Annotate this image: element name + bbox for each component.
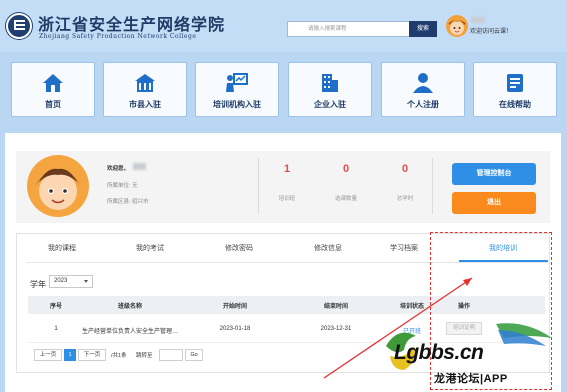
nav-label: 市县入驻: [129, 100, 161, 109]
search-button[interactable]: 搜索: [409, 21, 437, 37]
tab-change-password[interactable]: 修改密码: [199, 243, 279, 253]
year-value: 2023: [54, 278, 68, 284]
stat-label: 总学时: [396, 196, 414, 202]
tab-my-courses[interactable]: 我的课程: [22, 243, 102, 253]
nav-label: 在线帮助: [499, 100, 531, 109]
tab-edit-info[interactable]: 修改信息: [288, 243, 368, 253]
site-subtitle: Zhejiang Safety Production Network Colle…: [39, 33, 197, 40]
nav-label: 首页: [45, 100, 61, 109]
user-name-blurred: [471, 17, 485, 23]
building-icon: [322, 74, 338, 92]
next-page-button[interactable]: 下一页: [78, 349, 106, 361]
logout-button[interactable]: 退出: [452, 192, 536, 214]
stat-value: 0: [401, 163, 409, 175]
stat-label: 选课数量: [334, 196, 357, 202]
nav-help[interactable]: 在线帮助: [473, 62, 557, 117]
cell-class-name: 生产经营单位负责人安全生产管理…: [82, 329, 179, 335]
site-logo[interactable]: [6, 13, 32, 39]
site-title: 浙江省安全生产网络学院: [38, 15, 226, 34]
stat-value: 1: [283, 163, 291, 175]
year-label: 学年: [30, 280, 46, 289]
divider: [432, 158, 433, 214]
tab-my-exams[interactable]: 我的考试: [110, 243, 190, 253]
page-1-button[interactable]: 1: [64, 349, 76, 361]
profile-avatar: [27, 155, 89, 217]
city-icon: [135, 74, 155, 92]
person-icon: [413, 73, 433, 93]
help-icon: [507, 74, 523, 92]
chevron-down-icon: [84, 280, 88, 283]
cell-start-date: 2023-01-18: [219, 326, 251, 332]
watermark-sub: 龙港论坛|APP: [434, 373, 508, 385]
profile-name-blurred: [133, 163, 146, 170]
greeting: 欢迎您，: [107, 166, 130, 172]
nav-label: 企业入驻: [314, 100, 346, 109]
region-label: 所属区县: 绍兴市: [107, 199, 149, 205]
col-header: 序号: [49, 304, 62, 310]
year-select[interactable]: 2023: [49, 275, 93, 288]
console-button[interactable]: 管理控制台: [452, 163, 536, 185]
user-avatar[interactable]: [446, 15, 468, 37]
nav-home[interactable]: 首页: [11, 62, 95, 117]
go-button[interactable]: Go: [185, 349, 203, 361]
search-input[interactable]: 请输入搜索课程: [287, 21, 409, 37]
stat-label: 培训班: [278, 196, 296, 202]
watermark-site: Lgbbs.cn: [394, 341, 484, 364]
nav-city[interactable]: 市县入驻: [103, 62, 187, 117]
prev-page-button[interactable]: 上一页: [34, 349, 62, 361]
stat-value: 0: [342, 163, 350, 175]
org-label: 所属单位: 无: [107, 183, 138, 189]
col-header: 班级名称: [117, 304, 142, 310]
jump-page-input[interactable]: [159, 349, 183, 361]
welcome-text: 欢迎访问云课！: [470, 29, 513, 35]
jump-label: 跳转至: [136, 353, 153, 359]
trainer-icon: [226, 73, 248, 92]
nav-trainer[interactable]: 培训机构入驻: [195, 62, 279, 117]
total-count: /共1条: [111, 353, 127, 359]
divider: [258, 158, 259, 214]
col-header: 开始时间: [222, 304, 247, 310]
nav-label: 个人注册: [407, 100, 439, 109]
home-icon: [43, 74, 63, 92]
cell-index: 1: [54, 326, 58, 332]
nav-register[interactable]: 个人注册: [381, 62, 465, 117]
nav-enterprise[interactable]: 企业入驻: [288, 62, 372, 117]
nav-label: 培训机构入驻: [213, 100, 261, 109]
